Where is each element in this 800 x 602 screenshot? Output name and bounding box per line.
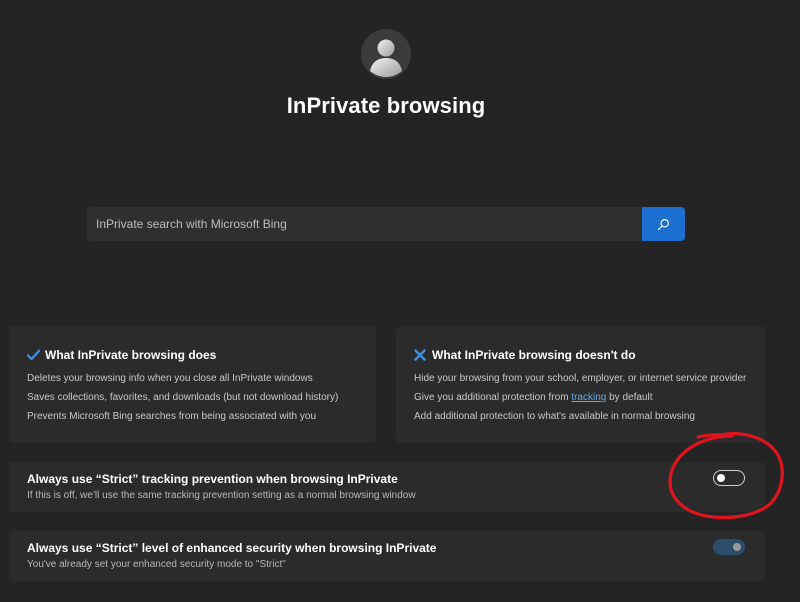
setting-description: You've already set your enhanced securit… bbox=[27, 559, 286, 570]
list-item: Saves collections, favorites, and downlo… bbox=[27, 392, 339, 403]
setting-title: Always use “Strict” tracking prevention … bbox=[27, 472, 398, 486]
strict-tracking-setting: Always use “Strict” tracking prevention … bbox=[9, 462, 765, 512]
list-item: Prevents Microsoft Bing searches from be… bbox=[27, 411, 317, 422]
strict-security-toggle[interactable] bbox=[713, 539, 745, 555]
search-button[interactable] bbox=[642, 207, 685, 241]
checkmark-icon bbox=[26, 348, 40, 362]
toggle-knob bbox=[717, 474, 725, 482]
strict-tracking-toggle[interactable] bbox=[713, 470, 745, 486]
what-inprivate-does-card: What InPrivate browsing does Deletes you… bbox=[9, 326, 376, 443]
card-heading: What InPrivate browsing doesn't do bbox=[413, 348, 636, 362]
list-item: Deletes your browsing info when you clos… bbox=[27, 373, 313, 384]
search-box bbox=[87, 207, 685, 241]
setting-title: Always use “Strict” level of enhanced se… bbox=[27, 541, 437, 555]
strict-security-setting: Always use “Strict” level of enhanced se… bbox=[9, 531, 765, 581]
list-item-text: by default bbox=[606, 392, 653, 403]
search-input[interactable] bbox=[87, 207, 642, 241]
does-list: Deletes your browsing info when you clos… bbox=[27, 369, 338, 426]
search-icon bbox=[657, 218, 669, 230]
list-item: Give you additional protection from trac… bbox=[414, 388, 746, 407]
what-inprivate-doesnt-do-card: What InPrivate browsing doesn't do Hide … bbox=[396, 326, 765, 443]
list-item: Add additional protection to what's avai… bbox=[414, 411, 695, 422]
card-heading-text: What InPrivate browsing doesn't do bbox=[432, 348, 636, 362]
tracking-link[interactable]: tracking bbox=[571, 392, 606, 403]
list-item: Hide your browsing from your school, emp… bbox=[414, 373, 747, 384]
cross-icon bbox=[413, 348, 427, 362]
setting-description: If this is off, we'll use the same track… bbox=[27, 490, 416, 501]
card-heading-text: What InPrivate browsing does bbox=[45, 348, 217, 362]
list-item-text: Give you additional protection from bbox=[414, 392, 572, 403]
avatar-icon bbox=[361, 29, 411, 79]
inprivate-page: InPrivate browsing What InPrivate browsi… bbox=[0, 0, 800, 602]
toggle-knob bbox=[733, 543, 741, 551]
doesnt-list: Hide your browsing from your school, emp… bbox=[414, 369, 746, 426]
card-heading: What InPrivate browsing does bbox=[26, 348, 216, 362]
page-title: InPrivate browsing bbox=[286, 93, 486, 118]
